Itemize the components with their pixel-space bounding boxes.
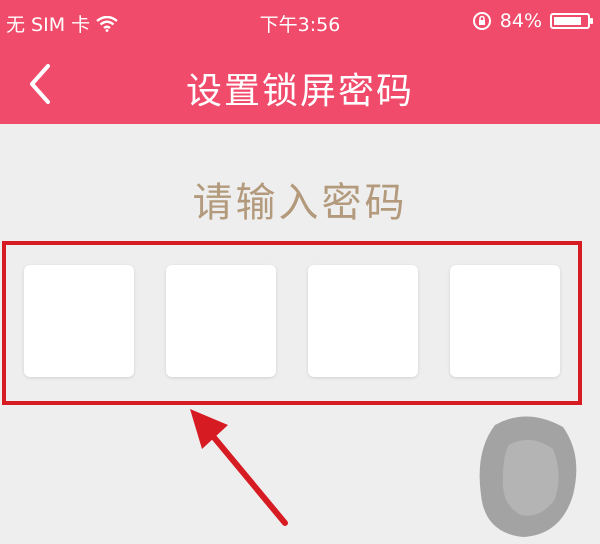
watermark-graphic bbox=[479, 416, 577, 537]
battery-icon bbox=[550, 13, 593, 29]
rotation-lock-icon bbox=[472, 12, 491, 30]
battery-percent: 84% bbox=[499, 10, 542, 32]
page-title: 设置锁屏密码 bbox=[185, 71, 414, 112]
nav-bar: 设置锁屏密码 bbox=[0, 44, 600, 124]
highlight-box bbox=[2, 241, 582, 405]
password-prompt: 请输入密码 bbox=[192, 180, 408, 226]
status-bar: 无 SIM 卡 下午3:56 84% bbox=[0, 0, 600, 44]
annotation-arrow bbox=[190, 409, 288, 526]
